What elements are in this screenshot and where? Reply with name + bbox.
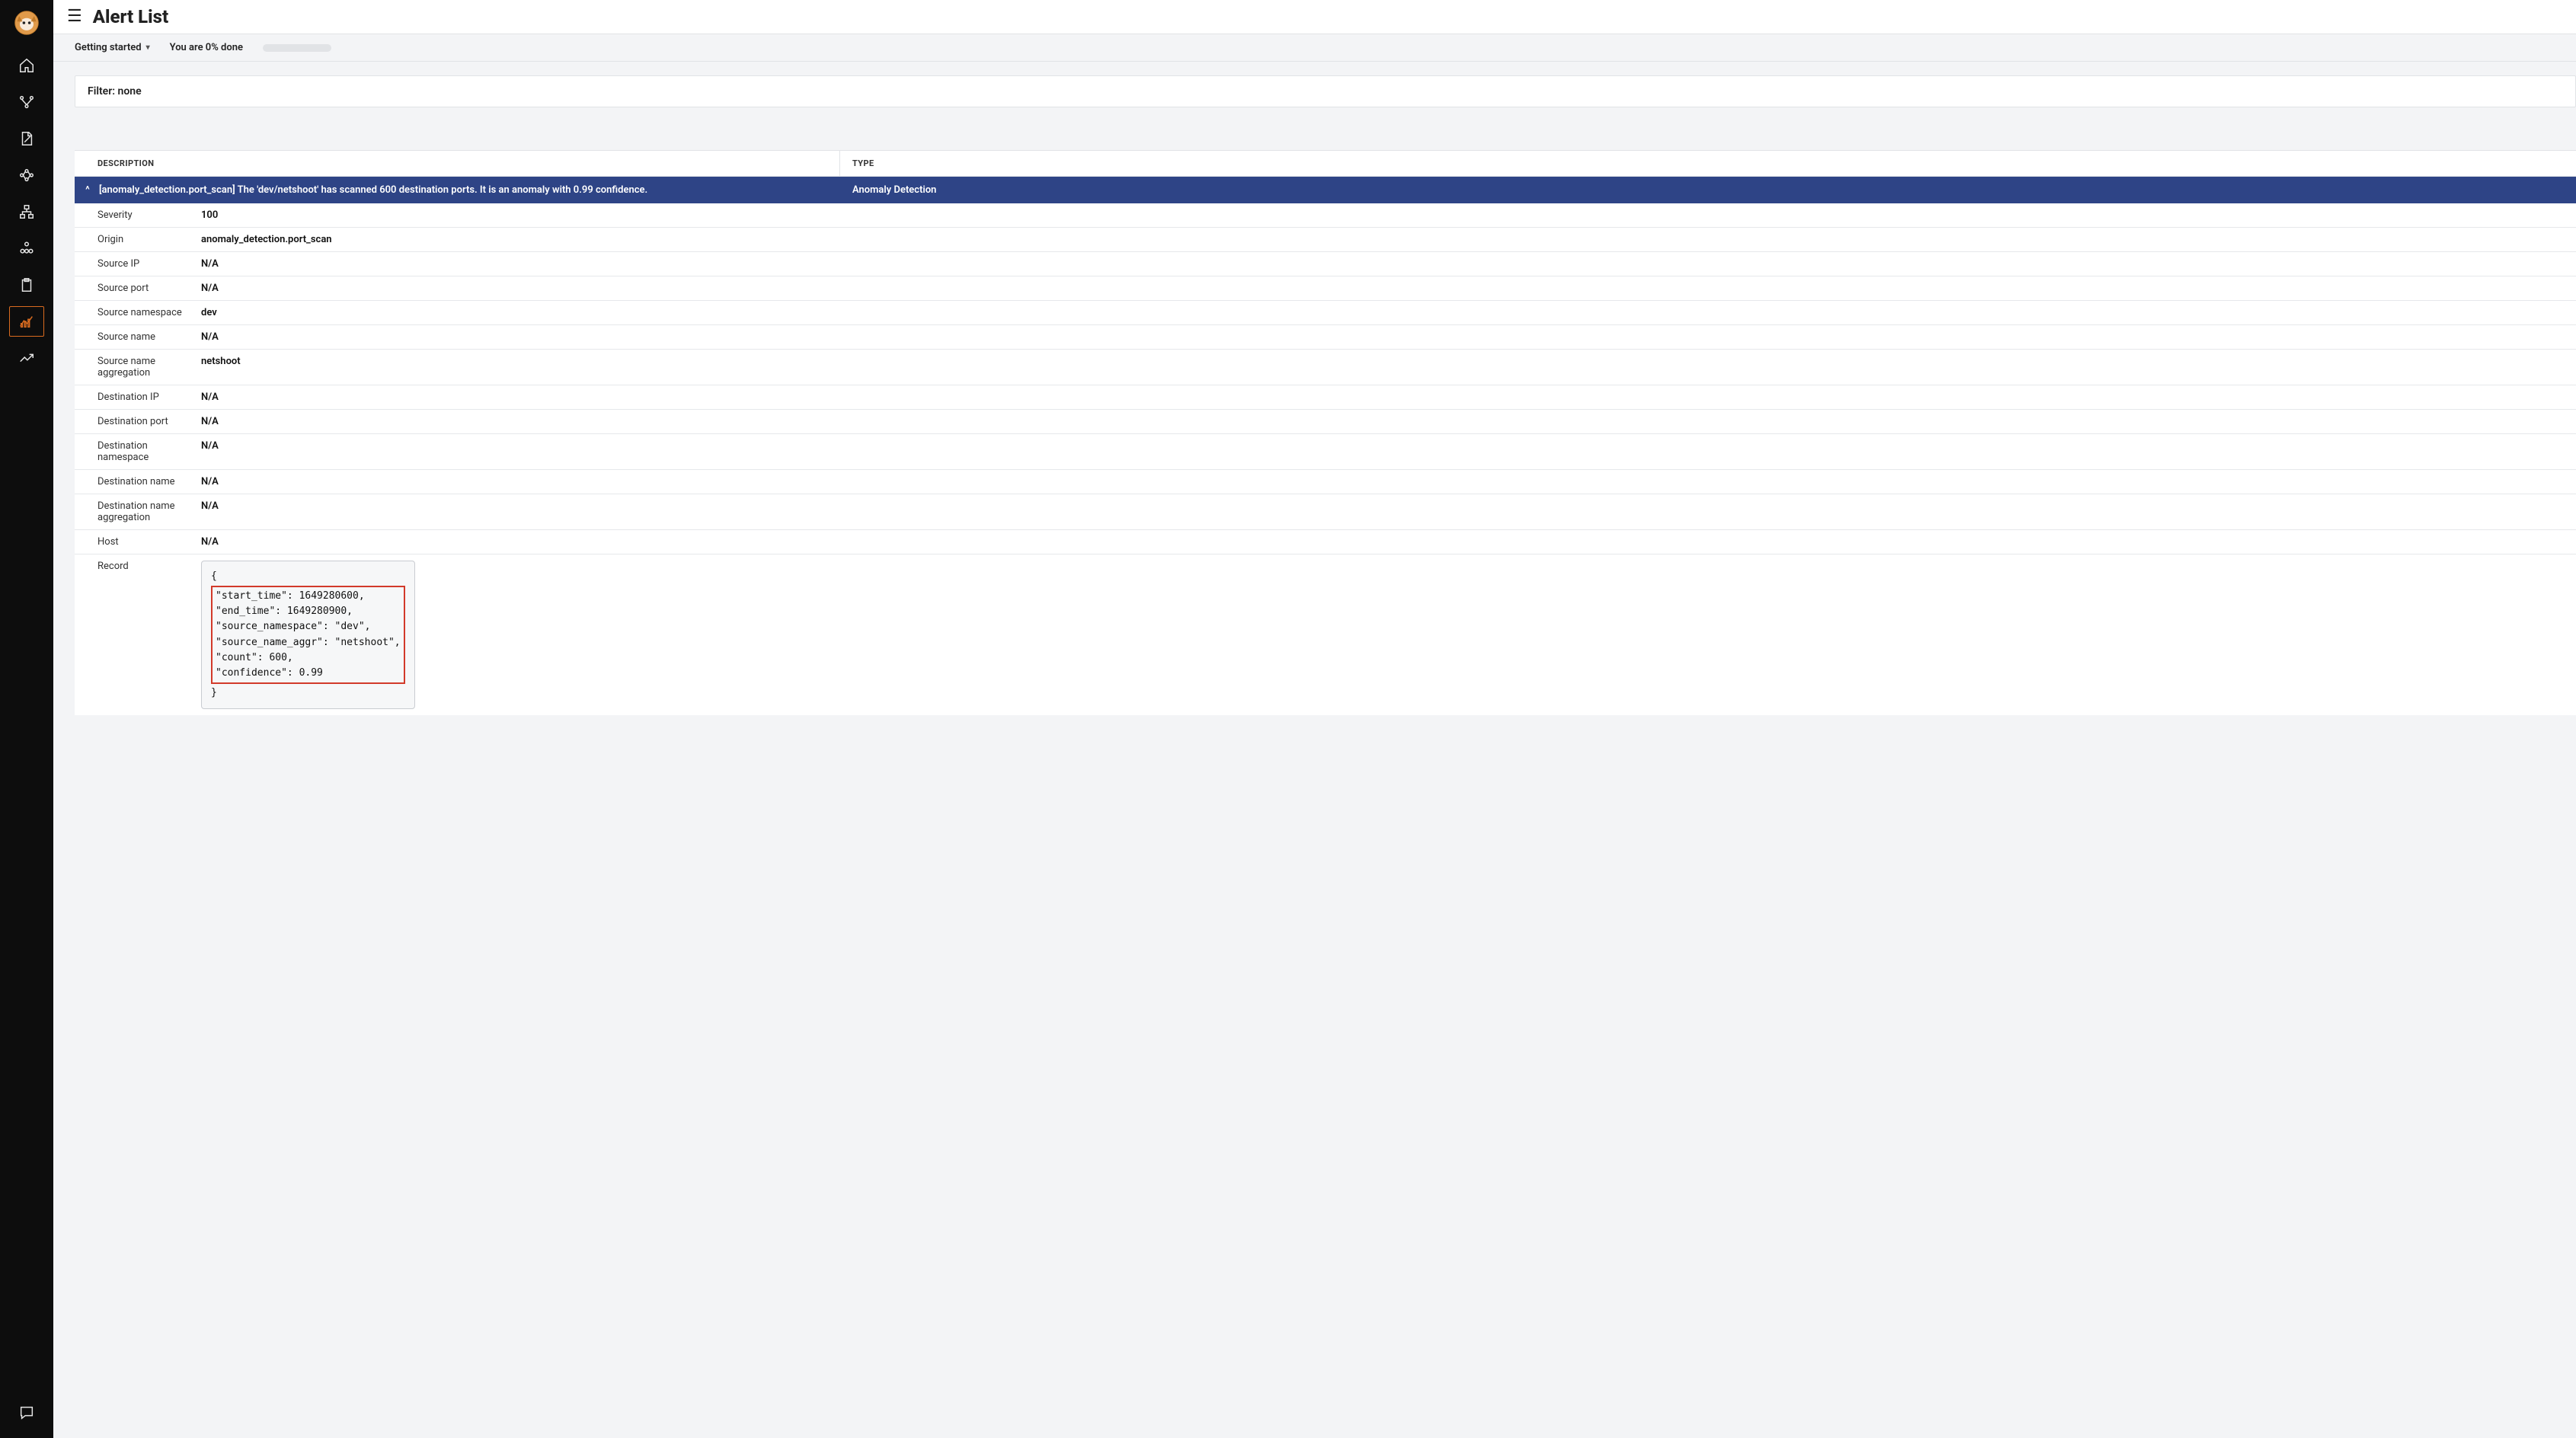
record-json-box: { "start_time": 1649280600, "end_time": … [201, 561, 415, 709]
severity-value: 100 [193, 203, 2576, 227]
chevron-down-icon: ▾ [146, 43, 150, 52]
host-value: N/A [193, 530, 2576, 554]
progress-status-text: You are 0% done [170, 42, 243, 53]
detail-destination-ip: Destination IP N/A [75, 385, 2576, 410]
host-label: Host [75, 530, 193, 554]
nav-topology-icon[interactable] [9, 197, 44, 227]
source-name-value: N/A [193, 325, 2576, 349]
nav-network-icon[interactable] [9, 87, 44, 117]
dest-aggr-label: Destination name aggregation [75, 494, 193, 529]
origin-value: anomaly_detection.port_scan [193, 228, 2576, 251]
detail-source-ip: Source IP N/A [75, 252, 2576, 276]
alert-description: [anomaly_detection.port_scan] The 'dev/n… [99, 184, 647, 196]
detail-destination-name-aggregation: Destination name aggregation N/A [75, 494, 2576, 530]
source-ip-label: Source IP [75, 252, 193, 276]
col-header-description[interactable]: DESCRIPTION [75, 151, 840, 176]
source-namespace-value: dev [193, 301, 2576, 324]
record-open-brace: { [211, 569, 405, 584]
app-logo [11, 8, 42, 38]
source-port-label: Source port [75, 276, 193, 300]
filter-text: Filter: none [88, 85, 142, 97]
page-title: Alert List [93, 6, 168, 27]
detail-destination-namespace: Destination namespace N/A [75, 434, 2576, 470]
detail-origin: Origin anomaly_detection.port_scan [75, 228, 2576, 252]
source-namespace-label: Source namespace [75, 301, 193, 324]
source-ip-value: N/A [193, 252, 2576, 276]
progress-bar [263, 44, 331, 52]
detail-record: Record { "start_time": 1649280600, "end_… [75, 554, 2576, 715]
record-close-brace: } [211, 685, 405, 701]
dest-namespace-value: N/A [193, 434, 2576, 469]
nav-document-edit-icon[interactable] [9, 123, 44, 154]
nav-home-icon[interactable] [9, 50, 44, 81]
source-aggr-label: Source name aggregation [75, 350, 193, 385]
record-label: Record [75, 554, 193, 715]
col-header-type[interactable]: TYPE [840, 151, 2576, 176]
dest-name-label: Destination name [75, 470, 193, 494]
detail-source-port: Source port N/A [75, 276, 2576, 301]
severity-label: Severity [75, 203, 193, 227]
source-aggr-value: netshoot [193, 350, 2576, 385]
detail-destination-port: Destination port N/A [75, 410, 2576, 434]
dest-port-label: Destination port [75, 410, 193, 433]
dest-aggr-value: N/A [193, 494, 2576, 529]
filter-card[interactable]: Filter: none [75, 75, 2576, 107]
topbar: ☰ Alert List [53, 0, 2576, 34]
getting-started-dropdown[interactable]: Getting started ▾ [75, 42, 150, 53]
getting-started-label: Getting started [75, 42, 142, 53]
main-content: ☰ Alert List Getting started ▾ You are 0… [53, 0, 2576, 1438]
alerts-table: DESCRIPTION TYPE ^ [anomaly_detection.po… [75, 150, 2576, 715]
source-name-label: Source name [75, 325, 193, 349]
detail-source-name: Source name N/A [75, 325, 2576, 350]
dest-ip-label: Destination IP [75, 385, 193, 409]
detail-severity: Severity 100 [75, 203, 2576, 228]
detail-source-name-aggregation: Source name aggregation netshoot [75, 350, 2576, 385]
dest-port-value: N/A [193, 410, 2576, 433]
alert-type: Anomaly Detection [840, 177, 2576, 203]
dest-ip-value: N/A [193, 385, 2576, 409]
sidebar [0, 0, 53, 1438]
detail-source-namespace: Source namespace dev [75, 301, 2576, 325]
dest-name-value: N/A [193, 470, 2576, 494]
nav-services-icon[interactable] [9, 233, 44, 264]
detail-host: Host N/A [75, 530, 2576, 554]
nav-alerts-icon[interactable] [9, 306, 44, 337]
collapse-caret-icon[interactable]: ^ [82, 184, 93, 196]
source-port-value: N/A [193, 276, 2576, 300]
origin-label: Origin [75, 228, 193, 251]
detail-destination-name: Destination name N/A [75, 470, 2576, 494]
nav-clipboard-icon[interactable] [9, 270, 44, 300]
nav-trend-icon[interactable] [9, 343, 44, 373]
dest-namespace-label: Destination namespace [75, 434, 193, 469]
record-body-highlight: "start_time": 1649280600, "end_time": 16… [211, 586, 405, 684]
onboarding-progress: Getting started ▾ You are 0% done [53, 34, 2576, 62]
table-header: DESCRIPTION TYPE [75, 151, 2576, 177]
nav-chat-icon[interactable] [9, 1397, 44, 1427]
menu-toggle-icon[interactable]: ☰ [67, 8, 82, 25]
record-body: "start_time": 1649280600, "end_time": 16… [216, 589, 401, 681]
alert-row[interactable]: ^ [anomaly_detection.port_scan] The 'dev… [75, 177, 2576, 203]
nav-graph-icon[interactable] [9, 160, 44, 190]
